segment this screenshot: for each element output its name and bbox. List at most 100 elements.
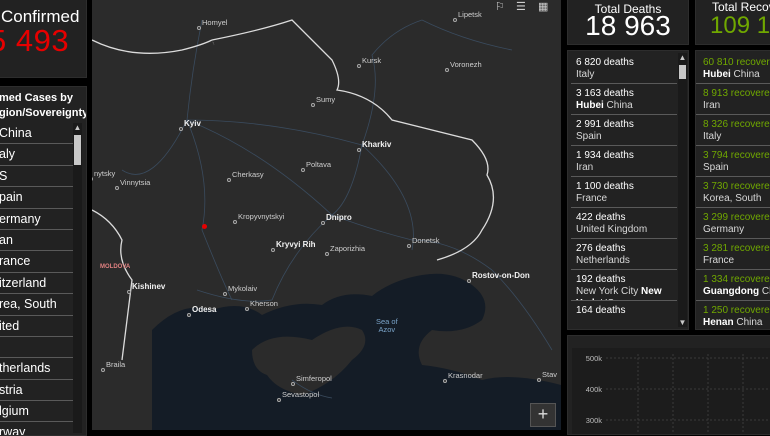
cases-chart[interactable]: 500k 400k 300k xyxy=(568,336,770,435)
city-label: Poltava xyxy=(306,160,332,169)
recovered-place: Hubei China xyxy=(703,69,770,81)
country-name: France xyxy=(703,255,735,266)
recovered-list-item[interactable]: 1 334 recovereGuangdong Ch xyxy=(696,270,770,301)
country-name: Spain xyxy=(703,162,729,173)
country-list-item[interactable]: China xyxy=(0,123,73,145)
sea-of-azov-label: Sea of Azov xyxy=(376,317,398,334)
city-label: Rostov-on-Don xyxy=(472,271,530,280)
country-list-item[interactable]: rway xyxy=(0,422,73,435)
grid-icon[interactable]: ▦ xyxy=(538,0,548,13)
deaths-place: United Kingdom xyxy=(576,224,677,236)
country-list: ChinaalySpainermanyanranceitzerlandrea, … xyxy=(0,123,73,435)
recovered-list-item[interactable]: 8 913 recovered Iran xyxy=(696,84,770,115)
city-label: Kursk xyxy=(362,56,382,65)
country-list-item[interactable]: therlands xyxy=(0,358,73,380)
country-list-item[interactable]: ited xyxy=(0,316,73,337)
deaths-count: 276 deaths xyxy=(576,243,626,254)
city-label: Kishinev xyxy=(132,282,166,291)
country-list-item[interactable]: ermany xyxy=(0,209,73,230)
case-marker[interactable] xyxy=(202,224,207,229)
deaths-value: 18 963 xyxy=(585,10,671,41)
recovered-value: 109 1 xyxy=(710,12,770,39)
city-marker xyxy=(291,382,295,386)
zoom-in-button[interactable]: + xyxy=(530,403,556,427)
deaths-list-scrollbar[interactable]: ▲ ▼ xyxy=(678,53,687,327)
deaths-list-item[interactable]: 1 100 deaths France xyxy=(571,177,677,208)
country-list-item[interactable]: rea, South xyxy=(0,294,73,316)
recovered-list-item[interactable]: 1 250 recovere Henan China xyxy=(696,301,770,329)
city-marker xyxy=(223,292,227,296)
recovered-place: Spain xyxy=(703,162,770,174)
city-marker xyxy=(453,18,457,22)
country-name: China xyxy=(733,317,763,328)
recovered-list-item[interactable]: 3 299 recovere Germany xyxy=(696,208,770,239)
city-marker xyxy=(357,64,361,68)
city-marker xyxy=(325,252,329,256)
recovered-place: Guangdong Ch xyxy=(703,286,770,298)
recovered-list-item[interactable]: 60 810 recovere Hubei China xyxy=(696,53,770,84)
scroll-thumb[interactable] xyxy=(679,65,686,79)
deaths-list-item[interactable]: 276 deaths Netherlands xyxy=(571,239,677,270)
city-label: Homyel xyxy=(202,18,228,27)
deaths-list-item[interactable]: 192 deathsNew York City New York US xyxy=(571,270,677,301)
recovered-count: 8 326 recovere xyxy=(703,119,770,130)
bookmark-icon[interactable]: ⚐ xyxy=(495,0,505,13)
city-label: Cherkasy xyxy=(232,170,264,179)
map-view[interactable]: ⚐ ☰ ▦ Homyel Lipetsk Kursk Voronezh Kyiv Sumy… xyxy=(92,0,561,430)
y-tick-label: 500k xyxy=(586,354,603,363)
country-list-item[interactable]: rance xyxy=(0,251,73,273)
recovered-count: 3 794 recovere xyxy=(703,150,770,161)
scroll-up-icon[interactable]: ▲ xyxy=(678,53,687,62)
recovered-count: 3 299 recovere xyxy=(703,212,770,223)
recovered-list-item[interactable]: 3 794 recovere Spain xyxy=(696,146,770,177)
deaths-list-item[interactable]: 1 934 deaths Iran xyxy=(571,146,677,177)
country-list-scrollbar[interactable]: ▲ xyxy=(73,123,82,433)
confirmed-value: 5 493 xyxy=(0,23,70,58)
city-marker xyxy=(443,379,447,383)
scroll-thumb[interactable] xyxy=(74,135,81,165)
country-list-header: med Cases by gion/Sovereignty xyxy=(0,92,87,119)
city-label: Vinnytsia xyxy=(120,178,151,187)
recovered-list-item[interactable]: 8 326 recovere Italy xyxy=(696,115,770,146)
deaths-list-item[interactable]: 6 820 deaths Italy xyxy=(571,53,677,84)
scroll-up-icon[interactable]: ▲ xyxy=(73,123,82,132)
recovered-place: Germany xyxy=(703,224,770,236)
deaths-list-item[interactable]: 422 deaths United Kingdom xyxy=(571,208,677,239)
country-list-item[interactable] xyxy=(0,337,73,359)
country-list-item[interactable]: pain xyxy=(0,187,73,209)
city-name: New York City xyxy=(576,286,642,297)
city-marker xyxy=(179,127,183,131)
country-list-item[interactable]: S xyxy=(0,166,73,188)
recovered-list-item[interactable]: 3 281 recovere France xyxy=(696,239,770,270)
country-list-item[interactable]: aly xyxy=(0,144,73,166)
city-label: Kharkiv xyxy=(362,140,392,149)
recovered-list-item[interactable]: 3 730 recovere Korea, South xyxy=(696,177,770,208)
total-deaths-panel: Total Deaths 18 963 xyxy=(567,0,689,45)
recovered-count: 1 334 recovere xyxy=(703,274,770,285)
country-list-item[interactable]: itzerland xyxy=(0,273,73,295)
city-marker xyxy=(357,148,361,152)
deaths-list-item[interactable]: 164 deaths xyxy=(571,301,677,329)
deaths-count: 3 163 deaths xyxy=(576,88,634,99)
confirmed-by-country-panel: med Cases by gion/Sovereignty ChinaalySp… xyxy=(0,86,87,436)
country-list-item[interactable]: an xyxy=(0,230,73,252)
city-label: Zaporizhia xyxy=(330,244,366,253)
recovered-count: 3 281 recovere xyxy=(703,243,770,254)
city-marker xyxy=(445,68,449,72)
country-name: United Kingdom xyxy=(576,224,648,235)
city-label: Odesa xyxy=(192,305,217,314)
recovered-count: 3 730 recovere xyxy=(703,181,770,192)
country-list-item[interactable]: stria xyxy=(0,380,73,402)
country-list-item[interactable]: lgium xyxy=(0,401,73,423)
city-marker xyxy=(197,26,201,30)
deaths-list-item[interactable]: 3 163 deaths Hubei China xyxy=(571,84,677,115)
deaths-list-item[interactable]: 2 991 deaths Spain xyxy=(571,115,677,146)
list-icon[interactable]: ☰ xyxy=(516,0,526,13)
scroll-down-icon[interactable]: ▼ xyxy=(678,318,687,327)
deaths-count: 2 991 deaths xyxy=(576,119,634,130)
city-marker xyxy=(127,290,131,294)
recovered-place: Korea, South xyxy=(703,193,770,205)
city-label: Donetsk xyxy=(412,236,440,245)
city-marker xyxy=(187,313,191,317)
recovered-place: Henan China xyxy=(703,317,770,329)
